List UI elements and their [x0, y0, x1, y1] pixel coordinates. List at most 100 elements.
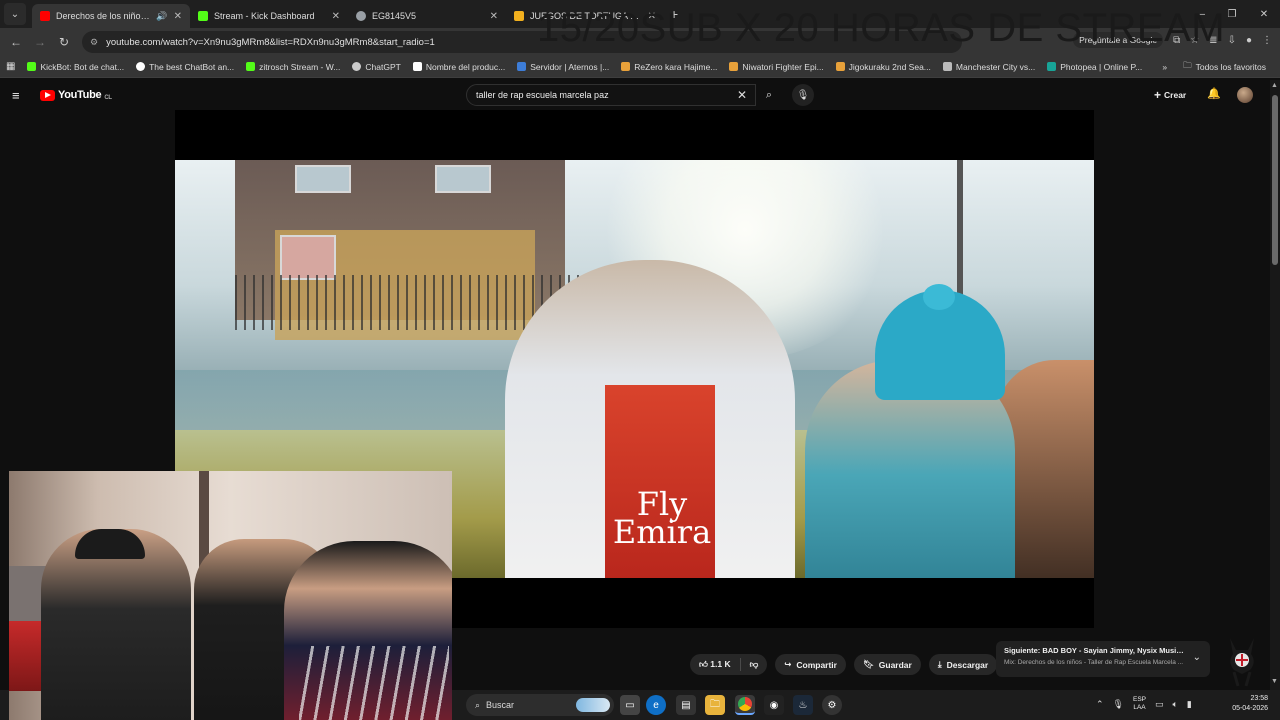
- close-tab-icon[interactable]: ✕: [332, 11, 340, 22]
- bookmark-item[interactable]: Servidor | Aternos |...: [511, 62, 615, 72]
- account-avatar[interactable]: [1237, 87, 1253, 103]
- download-button[interactable]: ⤓ Descargar: [928, 654, 998, 675]
- bookmark-item[interactable]: ReZero kara Hajime...: [615, 62, 723, 72]
- taskbar-clock[interactable]: 23:58 05-04-2026: [1224, 694, 1268, 714]
- bookmark-label: Servidor | Aternos |...: [530, 61, 610, 72]
- sports-site-icon: [942, 62, 952, 71]
- microphone-icon[interactable]: 🎙︎: [1113, 699, 1124, 710]
- scroll-down-arrow-icon[interactable]: ▼: [1271, 678, 1278, 685]
- tab-kick-dashboard[interactable]: Stream - Kick Dashboard ✕: [190, 4, 348, 28]
- webcam-red-light: [9, 621, 41, 691]
- back-arrow-icon[interactable]: ←: [4, 35, 28, 49]
- menu-hamburger-icon[interactable]: ≡: [12, 88, 28, 103]
- tab-title: EG8145V5: [372, 11, 417, 21]
- tab-youtube[interactable]: Derechos de los niños - Tall 🔊 ✕: [32, 4, 190, 28]
- site-info-icon[interactable]: ⚙: [90, 37, 98, 48]
- audio-playing-icon[interactable]: 🔊: [156, 11, 167, 22]
- dislike-button[interactable]: 👎︎: [750, 659, 759, 670]
- lang-top: ESP: [1132, 696, 1146, 703]
- search-highlight-image: [576, 698, 610, 712]
- streamer-webcam: [9, 471, 452, 720]
- bookmark-label: ReZero kara Hajime...: [634, 61, 718, 72]
- download-label: Descargar: [946, 659, 989, 670]
- page-scrollbar-thumb[interactable]: [1272, 95, 1278, 265]
- browser-menu-icon[interactable]: ⋮: [1262, 35, 1272, 46]
- thumbs-up-icon: 👍︎: [699, 659, 708, 669]
- up-next-title: Siguiente: BAD BOY - Sayian Jimmy, Nysix…: [1004, 646, 1184, 655]
- bookmark-item[interactable]: Jigokuraku 2nd Sea...: [830, 62, 937, 72]
- bookmark-label: The best ChatBot an...: [149, 61, 235, 72]
- tab-search-icon[interactable]: ⌄: [4, 3, 26, 25]
- clear-search-icon[interactable]: ✕: [737, 88, 747, 102]
- bookmark-label: Photopea | Online P...: [1060, 61, 1143, 72]
- up-next-card[interactable]: Siguiente: BAD BOY - Sayian Jimmy, Nysix…: [996, 641, 1210, 677]
- reload-icon[interactable]: ↻: [52, 35, 76, 49]
- voice-search-mic-icon[interactable]: 🎙: [792, 84, 814, 106]
- kick-favicon-icon: [198, 11, 208, 21]
- forward-arrow-icon[interactable]: →: [28, 35, 52, 49]
- gear-app-icon[interactable]: ⚙: [822, 695, 842, 715]
- youtube-logo[interactable]: YouTube CL: [40, 89, 112, 101]
- tab-router[interactable]: EG8145V5 ✕: [348, 4, 506, 28]
- bookmark-item[interactable]: Photopea | Online P...: [1041, 62, 1148, 72]
- bookmark-label: KickBot: Bot de chat...: [40, 61, 125, 72]
- chevron-down-icon[interactable]: ⌄: [1193, 652, 1201, 663]
- more-bookmarks-chevron-icon[interactable]: »: [1162, 62, 1167, 72]
- download-icon: ⤓: [937, 659, 942, 669]
- save-button[interactable]: 🔖︎ Guardar: [853, 654, 921, 675]
- kick-icon: [27, 62, 37, 71]
- share-button[interactable]: ↪ Compartir: [775, 654, 846, 675]
- kick-icon: [246, 62, 256, 71]
- bookmark-item[interactable]: Niwatori Fighter Epi...: [723, 62, 829, 72]
- chatbot-icon: [136, 62, 146, 71]
- downloads-icon[interactable]: ⇩: [1228, 35, 1236, 46]
- language-indicator[interactable]: ESP LAA: [1133, 696, 1146, 712]
- notifications-bell-icon[interactable]: 🔔: [1207, 87, 1221, 100]
- close-tab-icon[interactable]: ✕: [174, 11, 182, 22]
- file-explorer-icon[interactable]: 🗀: [705, 695, 725, 715]
- steam-icon[interactable]: ♨: [793, 695, 813, 715]
- bookmark-item[interactable]: KickBot: Bot de chat...: [21, 62, 130, 72]
- apps-grid-icon[interactable]: ▦: [0, 61, 21, 72]
- video-scene-window: [280, 235, 336, 280]
- all-bookmarks-folder[interactable]: 🗀 Todos los favoritos: [1177, 60, 1272, 74]
- search-input[interactable]: taller de rap escuela marcela paz ✕: [466, 84, 756, 106]
- youtube-header: ≡ YouTube CL taller de rap escuela marce…: [0, 80, 1270, 110]
- task-view-icon[interactable]: ▭: [620, 695, 640, 715]
- video-scene-window: [435, 165, 491, 193]
- bookmark-label: ChatGPT: [365, 61, 401, 72]
- volume-icon[interactable]: 🔈︎: [1173, 699, 1178, 710]
- bookmark-label: Manchester City vs...: [955, 61, 1036, 72]
- taskbar-search[interactable]: ⌕ Buscar: [466, 694, 614, 716]
- bookmark-item[interactable]: Manchester City vs...: [937, 62, 1041, 72]
- youtube-wordmark: YouTube: [58, 89, 102, 101]
- close-tab-icon[interactable]: ✕: [490, 11, 498, 22]
- close-window-icon[interactable]: ✕: [1248, 0, 1280, 28]
- edge-browser-icon[interactable]: e: [646, 695, 666, 715]
- network-icon[interactable]: ▭: [1155, 699, 1164, 710]
- like-button[interactable]: 👍︎ 1.1 K: [699, 659, 731, 670]
- bookmark-item[interactable]: ChatGPT: [346, 62, 406, 72]
- bookmark-item[interactable]: Nombre del produc...: [407, 62, 511, 72]
- tray-overflow-chevron-icon[interactable]: ⌃: [1096, 699, 1104, 710]
- s-letter-icon: [412, 62, 422, 71]
- battery-icon[interactable]: ▮: [1187, 699, 1192, 710]
- webcam-jacket-stripes: [299, 646, 449, 720]
- bookmark-item[interactable]: zitrosch Stream - W...: [240, 62, 346, 72]
- scroll-up-arrow-icon[interactable]: ▲: [1271, 82, 1278, 89]
- chrome-browser-icon[interactable]: [735, 695, 755, 715]
- search-icon: ⌕: [475, 699, 481, 710]
- region-code: CL: [104, 95, 112, 101]
- search-button[interactable]: ⌕: [756, 84, 782, 106]
- chatgpt-icon: [352, 62, 362, 71]
- bookmark-item[interactable]: The best ChatBot an...: [130, 62, 240, 72]
- tab-title: Derechos de los niños - Tall: [56, 11, 151, 21]
- url-text: youtube.com/watch?v=Xn9nu3gMRm8&list=RDX…: [106, 36, 435, 48]
- animeflv-icon: [729, 62, 739, 71]
- obs-studio-icon[interactable]: ◉: [764, 695, 784, 715]
- bookmarks-bar: ▦ KickBot: Bot de chat... The best ChatB…: [0, 56, 1280, 78]
- like-count: 1.1 K: [710, 659, 731, 669]
- calculator-icon[interactable]: ▤: [676, 695, 696, 715]
- profile-icon[interactable]: ●: [1246, 35, 1252, 46]
- create-button[interactable]: + Crear: [1154, 86, 1186, 104]
